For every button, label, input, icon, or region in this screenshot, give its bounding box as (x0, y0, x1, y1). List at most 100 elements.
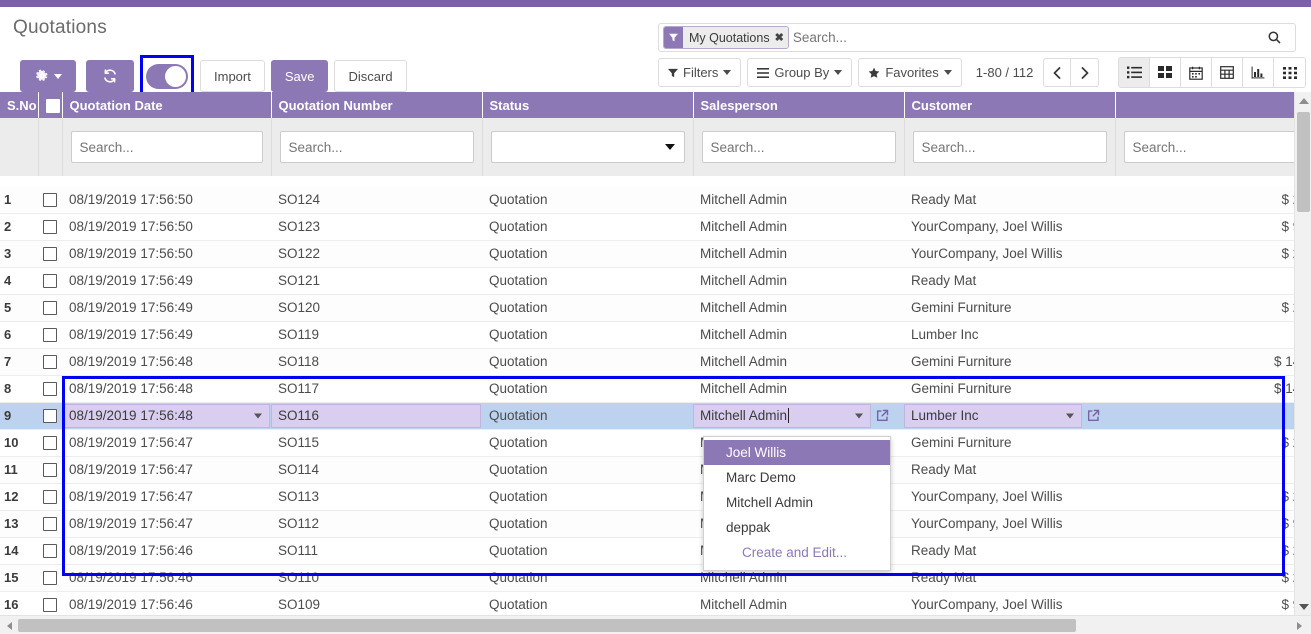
groupby-dropdown-button[interactable]: Group By (747, 58, 852, 87)
table-row[interactable]: 808/19/2019 17:56:48SO117QuotationMitche… (0, 375, 1311, 402)
select-all-checkbox[interactable] (46, 99, 60, 113)
customer-input[interactable]: Lumber Inc (904, 404, 1082, 428)
cell-status: Quotation (482, 267, 693, 294)
activity-view-button[interactable] (1274, 58, 1305, 87)
search-facet-my-quotations[interactable]: My Quotations ✖ (663, 26, 789, 49)
search-view[interactable]: My Quotations ✖ (658, 23, 1296, 52)
table-row[interactable]: 408/19/2019 17:56:49SO121QuotationMitche… (0, 267, 1311, 294)
row-checkbox[interactable] (43, 544, 57, 558)
row-checkbox-cell (38, 537, 62, 564)
cell-quotation-date: 08/19/2019 17:56:46 (62, 591, 271, 615)
row-checkbox[interactable] (43, 436, 57, 450)
row-checkbox[interactable] (43, 598, 57, 612)
row-checkbox[interactable] (43, 409, 57, 423)
horizontal-scroll-thumb[interactable] (18, 619, 1076, 632)
filters-dropdown-button[interactable]: Filters (658, 58, 741, 87)
table-row[interactable]: 1008/19/2019 17:56:47SO115QuotationMitch… (0, 429, 1311, 456)
dropdown-option[interactable]: Joel Willis (704, 440, 890, 465)
quotation-date-input[interactable]: 08/19/2019 17:56:48 (62, 404, 270, 428)
list-view-button[interactable] (1119, 58, 1150, 87)
filter-input-total[interactable] (1124, 131, 1302, 163)
table-row[interactable]: 708/19/2019 17:56:48SO118QuotationMitche… (0, 348, 1311, 375)
row-checkbox[interactable] (43, 490, 57, 504)
filter-input-customer[interactable] (913, 131, 1107, 163)
column-header-quotation-date[interactable]: Quotation Date (62, 92, 271, 118)
row-checkbox[interactable] (43, 301, 57, 315)
cell-status: Quotation (482, 564, 693, 591)
column-header-customer[interactable]: Customer (904, 92, 1115, 118)
pager-next-button[interactable] (1071, 58, 1099, 87)
row-checkbox[interactable] (43, 571, 57, 585)
cell-quotation-date-edit[interactable]: 08/19/2019 17:56:48 (62, 402, 271, 429)
table-row[interactable]: 1208/19/2019 17:56:47SO113QuotationMitch… (0, 483, 1311, 510)
filter-input-quotation-number[interactable] (280, 131, 474, 163)
cell-salesperson-edit[interactable]: Mitchell Admin (693, 402, 904, 429)
scroll-down-arrow-icon[interactable] (1295, 598, 1311, 615)
favorites-dropdown-button[interactable]: Favorites (858, 58, 961, 87)
table-row[interactable]: 1508/19/2019 17:56:46SO110QuotationMitch… (0, 564, 1311, 591)
row-checkbox[interactable] (43, 355, 57, 369)
scroll-left-arrow-icon[interactable] (1, 616, 18, 634)
scroll-up-arrow-icon[interactable] (1295, 92, 1311, 109)
row-checkbox[interactable] (43, 220, 57, 234)
search-icon[interactable] (1267, 30, 1293, 45)
facet-remove-icon[interactable]: ✖ (775, 31, 784, 44)
salesperson-input[interactable]: Mitchell Admin (693, 404, 871, 428)
scroll-right-arrow-icon[interactable] (1291, 616, 1308, 634)
row-checkbox[interactable] (43, 517, 57, 531)
table-row[interactable]: 108/19/2019 17:56:50SO124QuotationMitche… (0, 186, 1311, 213)
settings-dropdown-button[interactable] (20, 60, 76, 92)
calendar-view-button[interactable] (1181, 58, 1212, 87)
dropdown-option[interactable]: Mitchell Admin (704, 490, 890, 515)
table-row[interactable]: 208/19/2019 17:56:50SO123QuotationMitche… (0, 213, 1311, 240)
dropdown-create-and-edit[interactable]: Create and Edit... (704, 540, 890, 565)
row-checkbox[interactable] (43, 193, 57, 207)
search-input[interactable] (789, 29, 1267, 46)
column-header-status[interactable]: Status (482, 92, 693, 118)
vertical-scrollbar[interactable] (1294, 92, 1311, 615)
external-link-icon[interactable] (1087, 409, 1100, 422)
row-checkbox[interactable] (43, 382, 57, 396)
column-header-total[interactable] (1115, 92, 1310, 118)
table-row[interactable]: 308/19/2019 17:56:50SO122QuotationMitche… (0, 240, 1311, 267)
cell-quotation-number: SO113 (271, 483, 482, 510)
quotation-number-input[interactable]: SO116 (271, 404, 481, 428)
column-header-sno[interactable]: S.No (0, 92, 38, 118)
discard-button[interactable]: Discard (334, 60, 406, 92)
external-link-icon[interactable] (876, 409, 889, 422)
pager-previous-button[interactable] (1043, 58, 1071, 87)
cell-quotation-number-edit[interactable]: SO116 (271, 402, 482, 429)
row-checkbox[interactable] (43, 274, 57, 288)
graph-view-button[interactable] (1243, 58, 1274, 87)
kanban-view-button[interactable] (1150, 58, 1181, 87)
filter-input-quotation-date[interactable] (71, 131, 263, 163)
salesperson-autocomplete-dropdown[interactable]: Joel WillisMarc DemoMitchell Admindeppak… (703, 436, 891, 571)
table-row[interactable]: 508/19/2019 17:56:49SO120QuotationMitche… (0, 294, 1311, 321)
pivot-view-button[interactable] (1212, 58, 1243, 87)
cell-quotation-number: SO122 (271, 240, 482, 267)
table-row[interactable]: 1108/19/2019 17:56:47SO114QuotationMitch… (0, 456, 1311, 483)
import-button[interactable]: Import (200, 60, 265, 92)
reload-button[interactable] (86, 60, 134, 92)
cell-customer-edit[interactable]: Lumber Inc (904, 402, 1115, 429)
edit-mode-toggle[interactable] (146, 64, 188, 89)
row-checkbox[interactable] (43, 247, 57, 261)
cell-quotation-number: SO123 (271, 213, 482, 240)
dropdown-option[interactable]: deppak (704, 515, 890, 540)
column-header-quotation-number[interactable]: Quotation Number (271, 92, 482, 118)
vertical-scroll-thumb[interactable] (1297, 112, 1310, 212)
row-checkbox[interactable] (43, 328, 57, 342)
column-header-salesperson[interactable]: Salesperson (693, 92, 904, 118)
table-row-editing[interactable]: 908/19/2019 17:56:48SO116QuotationMitche… (0, 402, 1311, 429)
dropdown-option[interactable]: Marc Demo (704, 465, 890, 490)
table-row[interactable]: 1308/19/2019 17:56:47SO112QuotationMitch… (0, 510, 1311, 537)
table-row[interactable]: 1608/19/2019 17:56:46SO109QuotationMitch… (0, 591, 1311, 615)
save-button[interactable]: Save (271, 60, 329, 92)
table-row[interactable]: 1408/19/2019 17:56:46SO111QuotationMitch… (0, 537, 1311, 564)
filter-input-salesperson[interactable] (702, 131, 896, 163)
customer-value: Lumber Inc (911, 408, 979, 423)
horizontal-scrollbar[interactable] (0, 615, 1311, 634)
table-row[interactable]: 608/19/2019 17:56:49SO119QuotationMitche… (0, 321, 1311, 348)
row-checkbox[interactable] (43, 463, 57, 477)
filter-select-status[interactable] (491, 131, 685, 163)
